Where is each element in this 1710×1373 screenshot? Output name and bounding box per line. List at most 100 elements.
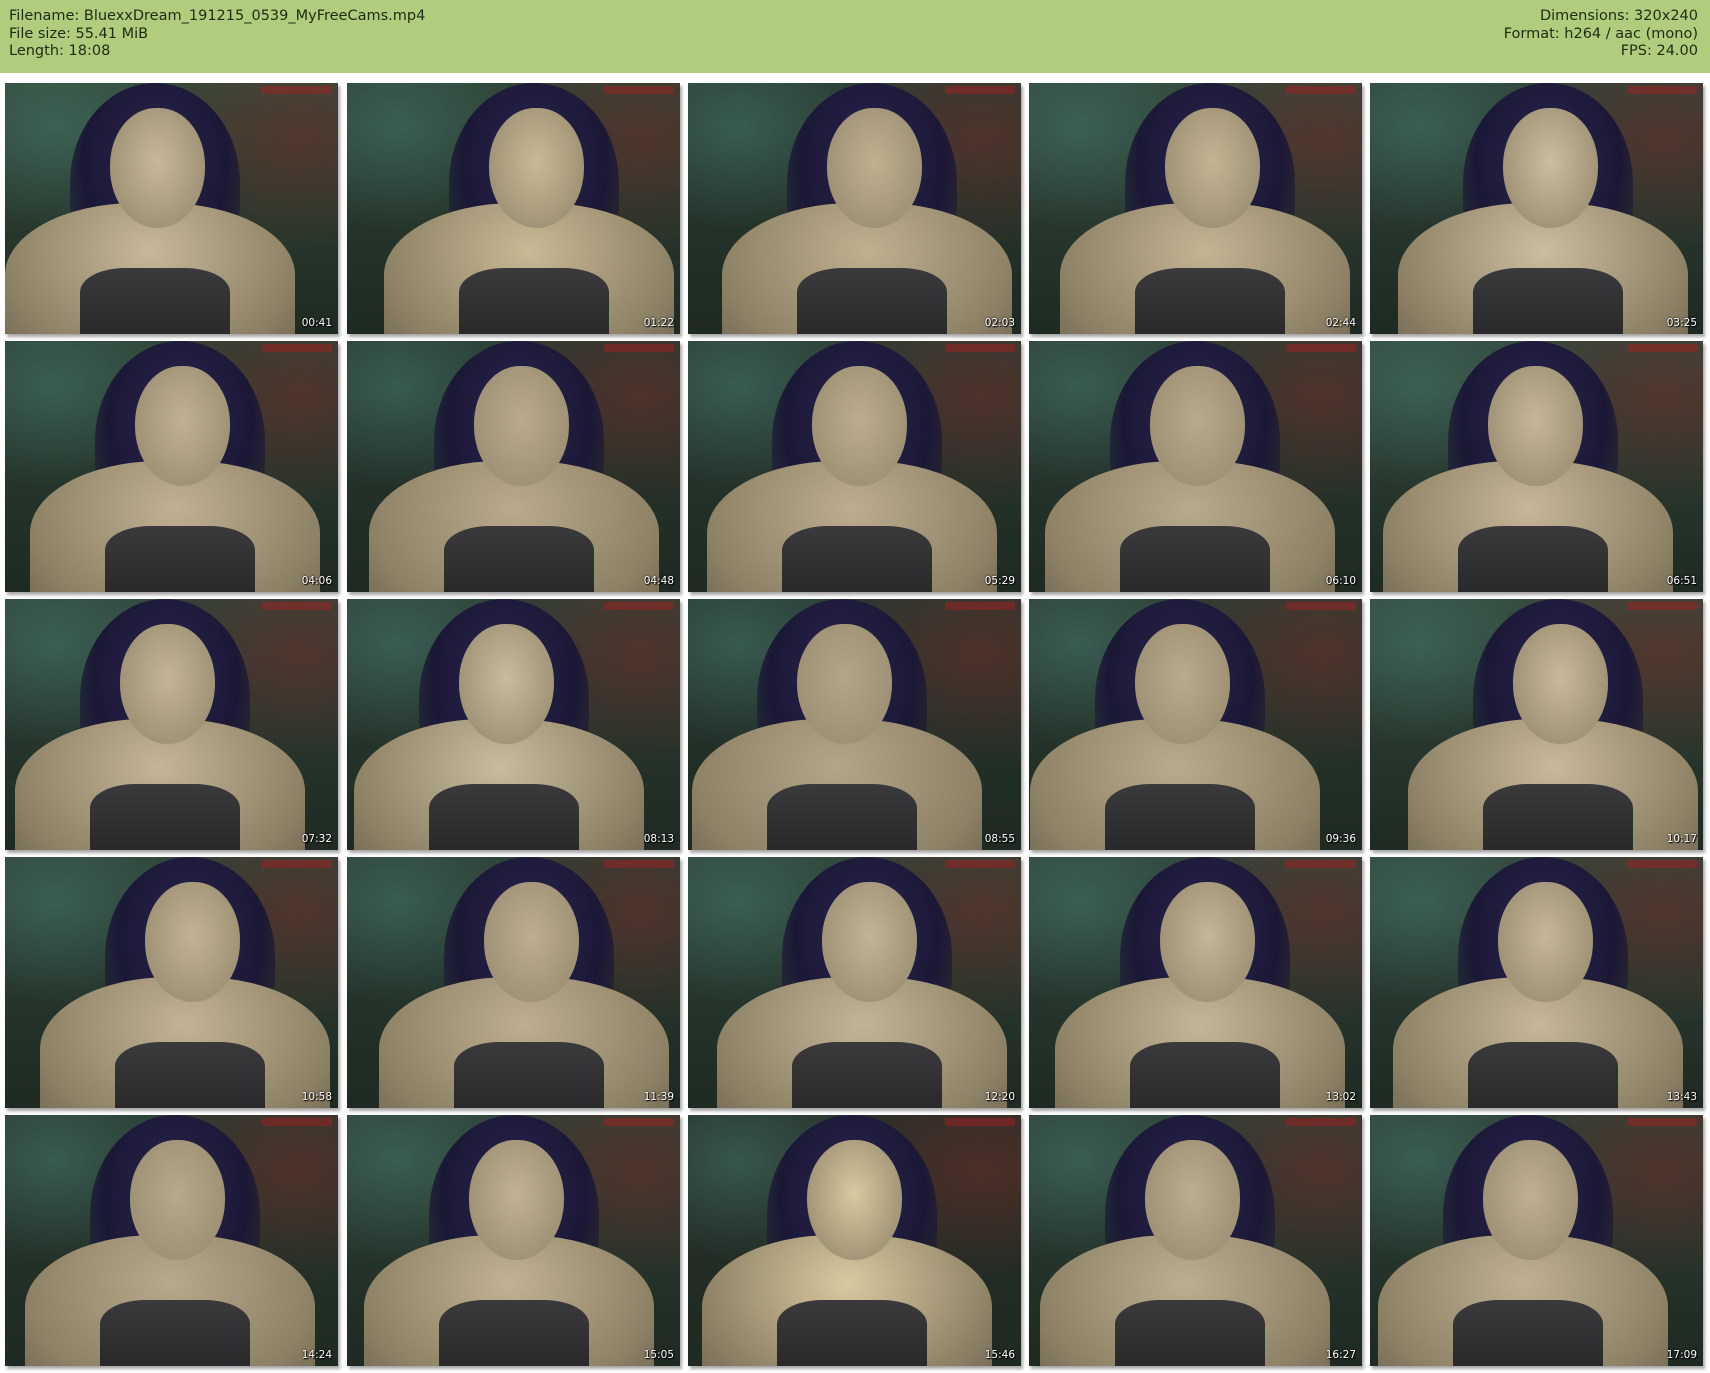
tank-top-shape [1473,268,1623,334]
video-thumbnail: 08:55 [688,599,1021,850]
timestamp-label: 07:32 [301,833,332,845]
face-shape [459,624,554,744]
face-shape [797,624,892,744]
watermark-shape [262,344,332,352]
face-shape [145,882,240,1002]
timestamp-label: 02:44 [1325,317,1356,329]
video-thumbnail: 02:03 [688,83,1021,334]
timestamp-label: 09:36 [1325,833,1356,845]
timestamp-label: 02:03 [984,317,1015,329]
video-thumbnail: 07:32 [5,599,338,850]
face-shape [1483,1140,1578,1260]
timestamp-label: 06:10 [1325,575,1356,587]
tank-top-shape [115,1042,265,1108]
watermark-shape [1627,344,1697,352]
watermark-shape [262,602,332,610]
face-shape [807,1140,902,1260]
face-shape [822,882,917,1002]
timestamp-label: 16:27 [1325,1349,1356,1361]
video-thumbnail: 13:02 [1029,857,1362,1108]
timestamp-label: 14:24 [301,1349,332,1361]
watermark-shape [1627,86,1697,94]
watermark-shape [1286,860,1356,868]
face-shape [1150,366,1245,486]
tank-top-shape [444,526,594,592]
watermark-shape [262,1118,332,1126]
video-thumbnail: 16:27 [1029,1115,1362,1366]
tank-top-shape [1105,784,1255,850]
watermark-shape [945,1118,1015,1126]
face-shape [1503,108,1598,228]
timestamp-label: 01:22 [643,317,674,329]
timestamp-label: 13:02 [1325,1091,1356,1103]
tank-top-shape [105,526,255,592]
face-shape [1135,624,1230,744]
timestamp-label: 13:43 [1666,1091,1697,1103]
watermark-shape [1286,602,1356,610]
face-shape [1488,366,1583,486]
watermark-shape [1627,1118,1697,1126]
info-header: Filename: BluexxDream_191215_0539_MyFree… [0,0,1710,73]
timestamp-label: 03:25 [1666,317,1697,329]
tank-top-shape [100,1300,250,1366]
watermark-shape [1627,860,1697,868]
timestamp-label: 15:05 [643,1349,674,1361]
face-shape [135,366,230,486]
tank-top-shape [90,784,240,850]
tank-top-shape [439,1300,589,1366]
video-thumbnail: 01:22 [347,83,680,334]
tank-top-shape [1130,1042,1280,1108]
timestamp-label: 10:58 [301,1091,332,1103]
timestamp-label: 08:55 [984,833,1015,845]
watermark-shape [604,1118,674,1126]
timestamp-label: 04:48 [643,575,674,587]
timestamp-label: 00:41 [301,317,332,329]
tank-top-shape [1483,784,1633,850]
video-thumbnail: 08:13 [347,599,680,850]
dimensions-text: Dimensions: 320x240 [1539,8,1698,24]
tank-top-shape [1115,1300,1265,1366]
video-thumbnail: 02:44 [1029,83,1362,334]
face-shape [812,366,907,486]
thumbnail-grid: 00:41 01:22 02:03 02:44 03:25 04:06 04:48 05:29… [0,73,1710,1373]
tank-top-shape [429,784,579,850]
tank-top-shape [1453,1300,1603,1366]
face-shape [1160,882,1255,1002]
face-shape [484,882,579,1002]
face-shape [827,108,922,228]
watermark-shape [945,86,1015,94]
face-shape [130,1140,225,1260]
face-shape [120,624,215,744]
video-thumbnail: 03:25 [1370,83,1703,334]
watermark-shape [262,860,332,868]
video-thumbnail: 04:48 [347,341,680,592]
tank-top-shape [792,1042,942,1108]
watermark-shape [604,344,674,352]
video-thumbnail: 00:41 [5,83,338,334]
video-thumbnail: 06:51 [1370,341,1703,592]
video-thumbnail: 14:24 [5,1115,338,1366]
face-shape [469,1140,564,1260]
watermark-shape [945,860,1015,868]
watermark-shape [604,86,674,94]
video-thumbnail: 10:17 [1370,599,1703,850]
length-text: Length: 18:08 [9,43,111,59]
watermark-shape [1627,602,1697,610]
face-shape [110,108,205,228]
timestamp-label: 12:20 [984,1091,1015,1103]
fps-text: FPS: 24.00 [1620,43,1698,59]
tank-top-shape [1458,526,1608,592]
face-shape [1145,1140,1240,1260]
tank-top-shape [1135,268,1285,334]
timestamp-label: 06:51 [1666,575,1697,587]
watermark-shape [1286,86,1356,94]
timestamp-label: 05:29 [984,575,1015,587]
tank-top-shape [767,784,917,850]
tank-top-shape [777,1300,927,1366]
timestamp-label: 08:13 [643,833,674,845]
tank-top-shape [1120,526,1270,592]
face-shape [1498,882,1593,1002]
video-thumbnail: 06:10 [1029,341,1362,592]
watermark-shape [1286,1118,1356,1126]
file-info: Filename: BluexxDream_191215_0539_MyFree… [9,8,425,61]
